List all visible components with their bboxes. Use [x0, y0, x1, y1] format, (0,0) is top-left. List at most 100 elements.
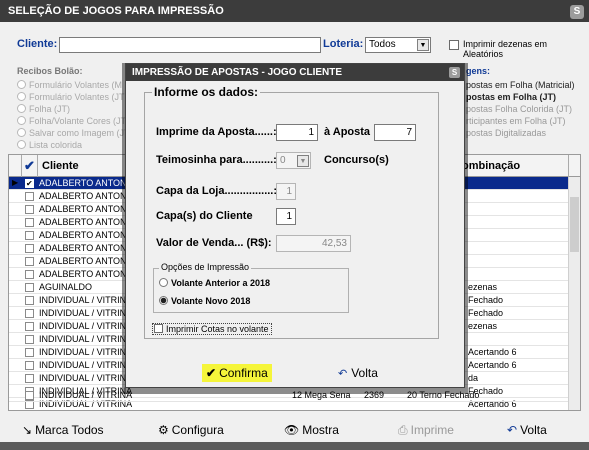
row-combinacao: Acertando 6 [468, 360, 517, 370]
valor-input[interactable]: 42,53 [276, 235, 351, 252]
window-title: SELEÇÃO DE JOGOS PARA IMPRESSÃO [0, 0, 589, 22]
row-name: INDIVIDUAL / VITRINA [39, 347, 133, 357]
close-icon[interactable]: S [570, 5, 584, 19]
row-checkbox[interactable] [25, 218, 34, 227]
row-name: INDIVIDUAL / VITRINA [39, 373, 133, 383]
arrow-down-icon: ↘ [22, 423, 33, 437]
close-icon[interactable]: S [449, 67, 460, 78]
row-name: INDIVIDUAL / VITRINA [39, 295, 133, 305]
row-combinacao: Fechado [468, 295, 504, 305]
row-checkbox[interactable] [25, 192, 34, 201]
opcoes-legend: Opções de Impressão [159, 262, 252, 272]
concursos-label: Concurso(s) [324, 154, 389, 166]
row-checkbox[interactable]: ✔ [25, 179, 34, 188]
aleatorios-checkbox[interactable] [449, 40, 459, 50]
chevron-down-icon[interactable]: ▼ [417, 39, 429, 51]
opcao-novo-radio[interactable]: Volante Novo 2018 [159, 296, 250, 306]
dados-fieldset: Informe os dados: Imprime da Aposta.....… [144, 85, 439, 339]
radio-icon [159, 278, 168, 287]
printer-icon: ⎙ [398, 423, 408, 437]
loteria-select[interactable]: Todos ▼ [365, 37, 431, 53]
row-checkbox[interactable] [25, 283, 34, 292]
modal-volta-button[interactable]: ↶ Volta [338, 366, 378, 380]
capa-cliente-label: Capa(s) do Cliente [156, 210, 253, 222]
row-checkbox[interactable] [25, 391, 34, 400]
imprimir-item[interactable]: postas em Folha (Matricial) [466, 79, 575, 91]
row-checkbox[interactable] [25, 348, 34, 357]
radio-icon [17, 104, 26, 113]
radio-icon [17, 140, 26, 149]
imprimir-item[interactable]: postas em Folha (JT) [466, 91, 575, 103]
row-checkbox[interactable] [25, 296, 34, 305]
modal-title: IMPRESSÃO DE APOSTAS - JOGO CLIENTE [126, 64, 464, 81]
marca-todos-button[interactable]: ↘ Marca Todos [22, 423, 104, 437]
eye-icon: 👁 [284, 423, 300, 437]
imprime-input[interactable]: 1 [276, 124, 318, 141]
chevron-down-icon[interactable]: ▼ [297, 155, 309, 167]
back-arrow-icon: ↶ [507, 423, 518, 437]
scroll-thumb[interactable] [570, 197, 579, 252]
aleatorios-label: Imprimir dezenas em Aleatórios [463, 39, 548, 59]
row-checkbox[interactable] [25, 361, 34, 370]
radio-selected-icon [159, 296, 168, 305]
imprimir-item[interactable]: rticipantes em Folha (JT) [466, 115, 575, 127]
radio-icon [17, 92, 26, 101]
configura-button[interactable]: ⚙ Configura [158, 423, 224, 437]
row-name: AGUINALDO [39, 282, 93, 292]
recibos-item[interactable]: Salvar como Imagem (JT [17, 127, 130, 139]
row-name: INDIVIDUAL / VITRINA [39, 334, 133, 344]
recibos-item[interactable]: Folha (JT) [17, 103, 130, 115]
capa-loja-input[interactable]: 1 [276, 183, 296, 200]
grid-scrollbar[interactable] [568, 177, 580, 410]
radio-icon [17, 128, 26, 137]
imprimir-item[interactable]: postas Folha Colorida (JT) [466, 103, 575, 115]
row-checkbox[interactable] [25, 231, 34, 240]
row-combinacao: da [468, 373, 479, 383]
row-checkbox[interactable] [25, 322, 34, 331]
imprime-button[interactable]: ⎙ Imprime [398, 423, 454, 438]
row-checkbox[interactable] [25, 257, 34, 266]
row-checkbox[interactable] [25, 205, 34, 214]
filter-row: Cliente: Loteria: Todos ▼ Imprimir dezen… [17, 37, 577, 59]
header-indicator [9, 155, 22, 177]
loteria-value: Todos [369, 39, 396, 50]
recibos-title: Recibos Bolão: [17, 66, 83, 76]
capa-loja-label: Capa da Loja................: [156, 185, 278, 197]
header-combinacao[interactable]: ombinação [458, 155, 569, 177]
teimosinha-select[interactable]: 0 ▼ [276, 152, 311, 169]
row-checkbox[interactable] [25, 244, 34, 253]
imprime-label: Imprime da Aposta......: [156, 126, 277, 138]
capa-cliente-input[interactable]: 1 [276, 208, 296, 225]
row-pointer-icon: ▶ [12, 178, 19, 187]
recibos-item[interactable]: Lista colorida [17, 139, 130, 151]
row-combinacao: Fechado [468, 308, 504, 318]
cliente-label: Cliente: [17, 38, 58, 50]
volta-button[interactable]: ↶ Volta [507, 423, 547, 437]
a-aposta-input[interactable]: 7 [374, 124, 416, 141]
radio-icon [17, 80, 26, 89]
recibos-item[interactable]: Folha/Volante Cores (JT [17, 115, 130, 127]
cliente-input[interactable] [59, 37, 321, 53]
opcoes-group: Opções de Impressão Volante Anterior a 2… [153, 262, 349, 313]
row-name: INDIVIDUAL / VITRINA [39, 308, 133, 318]
recibos-item[interactable]: Formulário Volantes (M [17, 79, 130, 91]
recibos-item[interactable]: Formulário Volantes (JT [17, 91, 130, 103]
row-checkbox[interactable] [25, 270, 34, 279]
row-checkbox[interactable] [25, 335, 34, 344]
row-checkbox[interactable] [25, 309, 34, 318]
radio-icon [17, 116, 26, 125]
confirma-button[interactable]: ✔ Confirma [202, 364, 272, 382]
cotas-checkbox[interactable]: Imprimir Cotas no volante [152, 323, 272, 335]
a-aposta-label: à Aposta [324, 126, 371, 138]
imprimir-item[interactable]: postas Digitalizadas [466, 127, 575, 139]
impressao-dialog: IMPRESSÃO DE APOSTAS - JOGO CLIENTE S In… [125, 63, 465, 388]
row-combinacao: ezenas [468, 282, 498, 292]
check-all-icon[interactable]: ✔ [22, 155, 38, 177]
opcao-anterior-radio[interactable]: Volante Anterior a 2018 [159, 278, 270, 288]
row-checkbox[interactable] [25, 374, 34, 383]
recibos-group: Recibos Bolão: Formulário Volantes (M Fo… [17, 66, 130, 151]
mostra-button[interactable]: 👁 Mostra [284, 423, 339, 437]
checkbox-icon [154, 324, 163, 333]
teimosinha-label: Teimosinha para..........: [156, 154, 277, 166]
dados-legend: Informe os dados: [152, 85, 261, 99]
